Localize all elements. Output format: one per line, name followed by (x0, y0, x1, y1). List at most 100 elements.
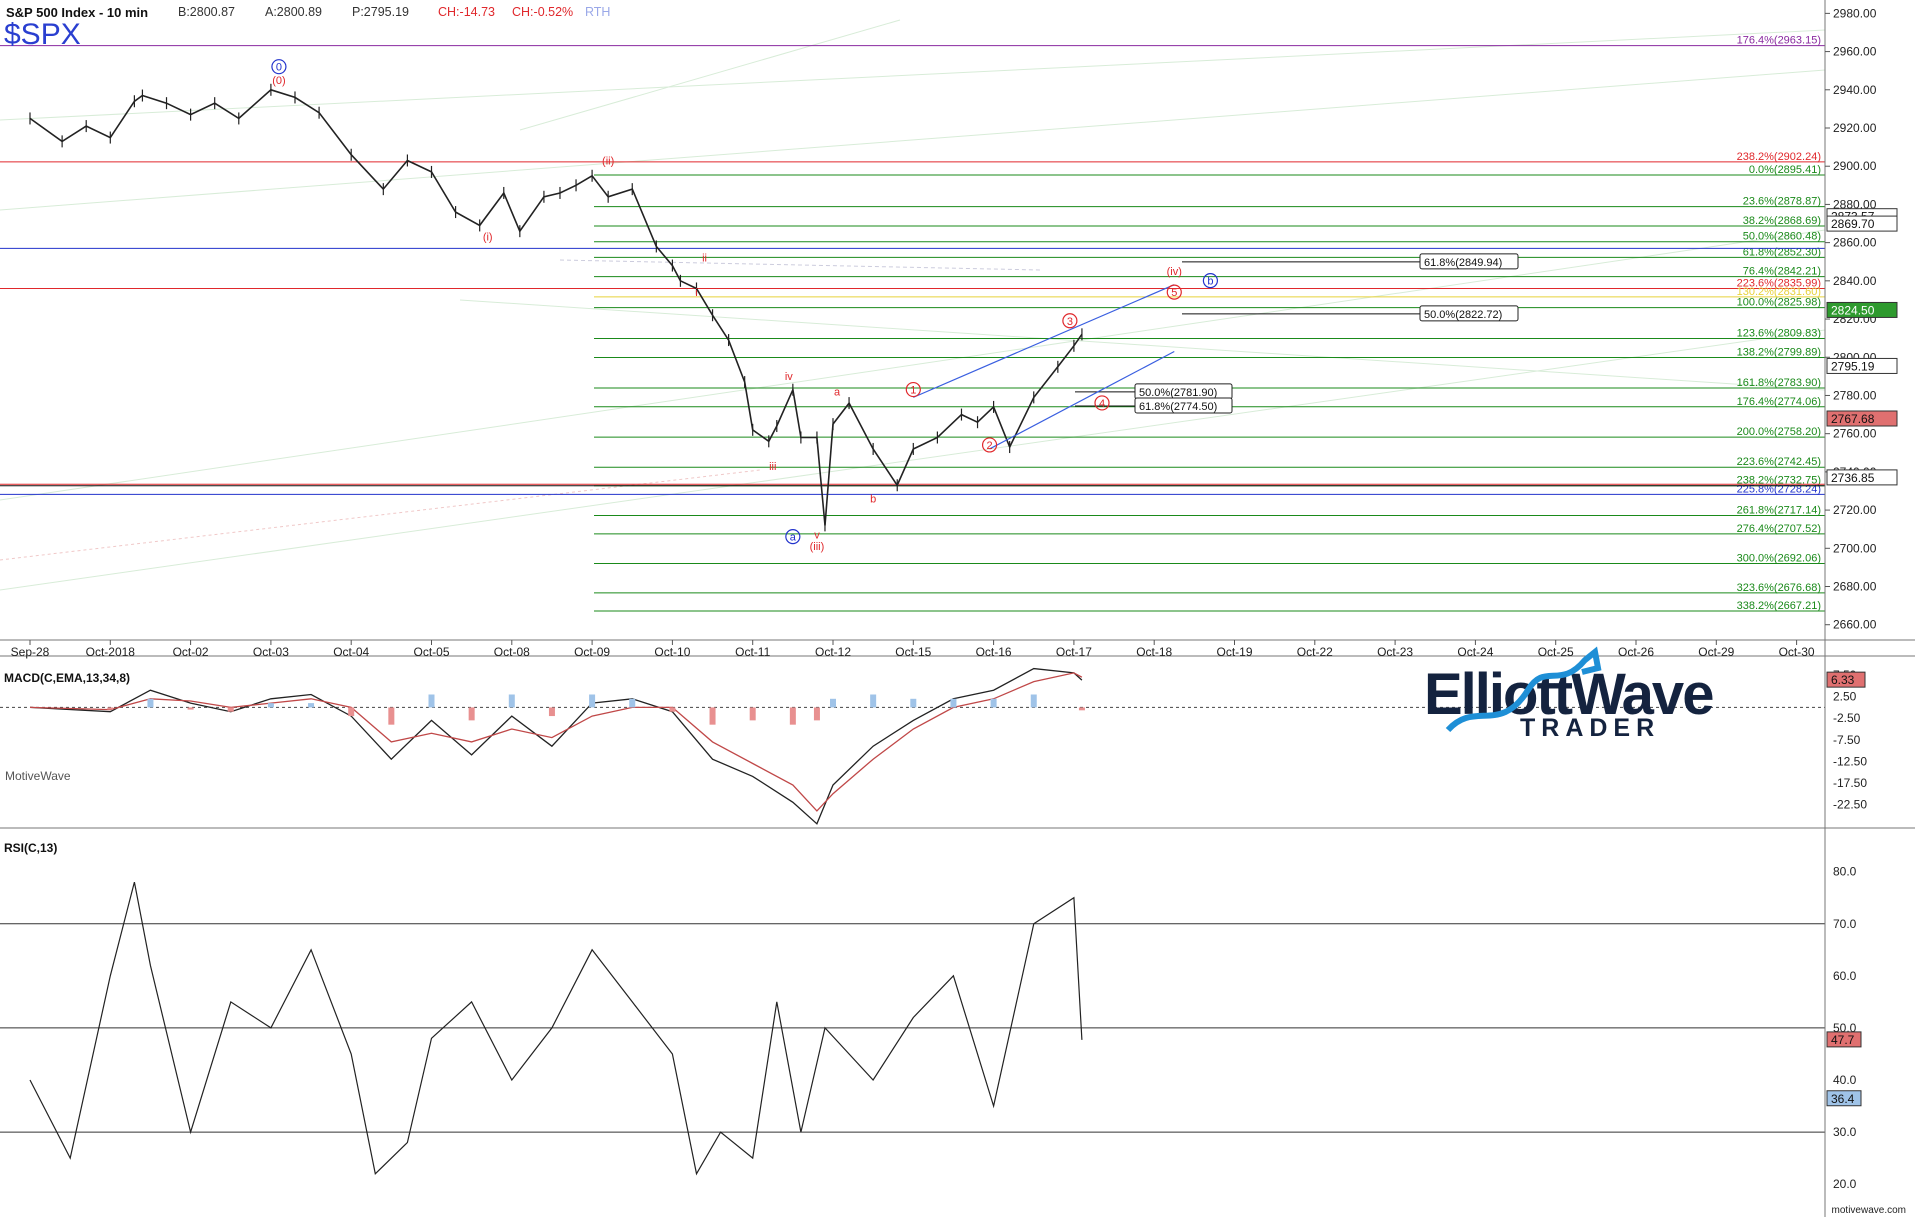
macd-histogram-bar (508, 694, 515, 708)
ask-readout: A:2800.89 (265, 5, 322, 19)
wave-label: 1 (910, 385, 916, 397)
date-axis-label: Oct-02 (173, 645, 209, 659)
fib-level-label: 176.4%(2774.06) (1737, 396, 1821, 408)
macd-histogram-bar (950, 698, 957, 708)
price-axis-label: 2760.00 (1833, 427, 1877, 441)
wave-label: 0 (276, 62, 282, 74)
fib-level-label: 176.4%(2963.15) (1737, 35, 1821, 47)
macd-histogram-bar (348, 707, 355, 717)
wave-label: (ii) (602, 155, 614, 167)
macd-axis-label: 2.50 (1833, 690, 1857, 704)
macd-histogram-bar (789, 707, 796, 725)
date-axis-label: Oct-10 (654, 645, 690, 659)
price-axis-label: 2700.00 (1833, 541, 1877, 555)
date-axis-label: Oct-05 (413, 645, 449, 659)
macd-histogram-bar (910, 698, 917, 708)
price-axis-label: 2980.00 (1833, 6, 1877, 20)
rsi-value-label: 47.7 (1831, 1033, 1855, 1047)
date-axis-label: Oct-29 (1698, 645, 1734, 659)
macd-histogram-bar (1030, 694, 1037, 708)
date-axis-label: Oct-09 (574, 645, 610, 659)
date-axis-label: Oct-18 (1136, 645, 1172, 659)
retracement-label: 50.0%(2822.72) (1424, 309, 1502, 321)
macd-histogram-bar (267, 703, 274, 708)
date-axis-label: Oct-2018 (86, 645, 136, 659)
macd-histogram-bar (870, 694, 877, 708)
wave-label: 5 (1171, 287, 1177, 299)
fib-level-label: 123.6%(2809.83) (1737, 327, 1821, 339)
price-axis-label: 2840.00 (1833, 274, 1877, 288)
date-axis-label: Oct-03 (253, 645, 289, 659)
retracement-label: 61.8%(2849.94) (1424, 257, 1502, 269)
date-axis-label: Oct-24 (1457, 645, 1493, 659)
price-tag-label: 2795.19 (1831, 359, 1875, 373)
macd-histogram-bar (428, 694, 435, 708)
price-tag-label: 2824.50 (1831, 303, 1875, 317)
fib-level-label: 225.8%(2728.24) (1737, 483, 1821, 495)
price-axis-label: 2660.00 (1833, 618, 1877, 632)
macd-histogram-bar (147, 698, 154, 708)
macd-histogram-bar (308, 703, 315, 708)
date-axis-label: Oct-22 (1297, 645, 1333, 659)
macd-histogram-bar (813, 707, 820, 721)
fib-level-label: 100.0%(2825.98) (1737, 297, 1821, 309)
price-axis-label: 2940.00 (1833, 83, 1877, 97)
wave-label: i (695, 287, 697, 299)
fib-level-label: 276.4%(2707.52) (1737, 523, 1821, 535)
macd-histogram-bar (227, 707, 234, 712)
fib-level-label: 238.2%(2902.24) (1737, 151, 1821, 163)
wave-label: 2 (987, 440, 993, 452)
macd-histogram-bar (187, 707, 194, 710)
macd-value-label: 6.33 (1831, 673, 1855, 687)
platform-watermark: MotiveWave (5, 769, 71, 783)
fib-level-label: 323.6%(2676.68) (1737, 582, 1821, 594)
date-axis-label: Oct-11 (735, 645, 770, 659)
macd-histogram-bar (388, 707, 395, 725)
macd-histogram-bar (830, 698, 836, 708)
rsi-axis-label: 70.0 (1833, 917, 1857, 931)
rsi-axis-label: 20.0 (1833, 1177, 1857, 1191)
session-label[interactable]: RTH (585, 5, 610, 19)
fib-level-label: 0.0%(2895.41) (1749, 164, 1821, 176)
macd-axis-label: -2.50 (1833, 711, 1861, 725)
date-axis-label: Oct-17 (1056, 645, 1092, 659)
macd-histogram-bar (107, 707, 114, 710)
macd-histogram-bar (468, 707, 475, 721)
bid-readout: B:2800.87 (178, 5, 235, 19)
date-axis-label: Oct-04 (333, 645, 369, 659)
wave-label: 3 (1067, 316, 1073, 328)
macd-axis-label: -22.50 (1833, 797, 1867, 811)
rsi-axis-label: 60.0 (1833, 969, 1857, 983)
wave-label: (i) (483, 232, 493, 244)
fib-level-label: 50.0%(2860.48) (1743, 231, 1821, 243)
wave-label: 4 (1099, 398, 1105, 410)
price-tag-label: 2869.70 (1831, 217, 1875, 231)
wave-label: ii (702, 253, 707, 265)
date-axis-label: Oct-30 (1779, 645, 1815, 659)
wave-label: b (1207, 276, 1213, 288)
logo-subtitle: TRADER (1520, 714, 1660, 742)
wave-label: a (790, 532, 797, 544)
wave-label: iii (769, 461, 776, 473)
rsi-title: RSI(C,13) (4, 841, 57, 855)
rsi-axis-label: 30.0 (1833, 1125, 1857, 1139)
macd-histogram-bar (589, 694, 596, 708)
macd-histogram-bar (548, 707, 555, 717)
wave-label: (iv) (1167, 266, 1182, 278)
fib-level-label: 23.6%(2878.87) (1743, 196, 1821, 208)
price-axis-label: 2680.00 (1833, 580, 1877, 594)
date-axis-label: Oct-16 (976, 645, 1012, 659)
fib-level-label: 338.2%(2667.21) (1737, 600, 1821, 612)
date-axis-label: Oct-15 (895, 645, 931, 659)
fib-level-label: 138.2%(2799.89) (1737, 346, 1821, 358)
rsi-axis-label: 80.0 (1833, 865, 1857, 879)
date-axis-label: Oct-08 (494, 645, 530, 659)
price-axis-label: 2920.00 (1833, 121, 1877, 135)
macd-axis-label: -17.50 (1833, 776, 1867, 790)
symbol-label: $SPX (4, 18, 81, 51)
fib-level-label: 300.0%(2692.06) (1737, 552, 1821, 564)
date-axis-label: Sep-28 (11, 645, 50, 659)
fib-level-label: 161.8%(2783.90) (1737, 377, 1821, 389)
wave-label: a (834, 386, 841, 398)
macd-histogram-bar (1078, 707, 1085, 711)
